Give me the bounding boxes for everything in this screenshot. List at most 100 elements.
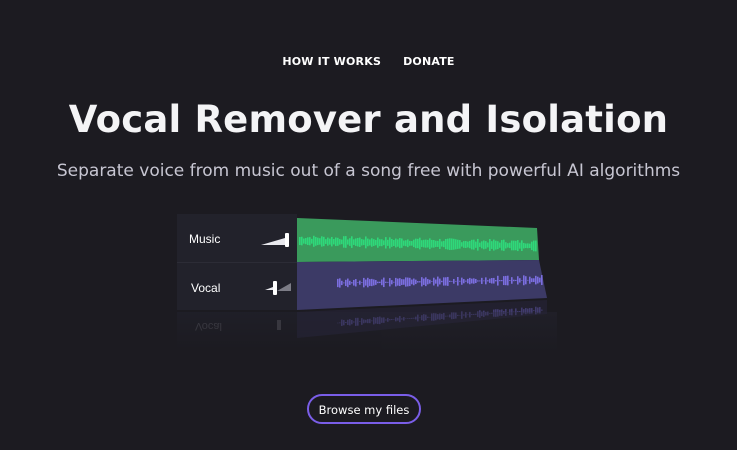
waveform-sample [453,238,455,250]
waveform-sample [363,277,365,288]
waveform-sample [447,238,449,250]
waveform-sample [419,237,421,250]
waveform-sample [419,281,421,283]
vocal-remover-page: HOW IT WORKS DONATE Vocal Remover and Is… [0,0,737,450]
waveform-sample [303,238,305,244]
waveform-sample [427,239,429,248]
waveform-sample [401,238,403,248]
waveform-sample [367,238,369,247]
waveform-sample [495,240,497,250]
waveform-sample [477,238,479,251]
waveform-sample [485,277,487,285]
waveform-sample [541,309,543,311]
waveform-sample [515,240,517,251]
waveform-sample [523,242,525,249]
waveform-sample [501,240,503,251]
waveform-sample [461,277,463,285]
waveform-sample [501,280,503,282]
waveform-sample [405,277,407,287]
waveform-sample [539,277,541,283]
track-mixer-illustration: Music Vocal Vocal [177,214,557,354]
waveform-sample [485,241,487,249]
waveform-sample [531,278,533,283]
waveform-sample [351,282,353,284]
waveform-sample [305,238,307,245]
waveform-sample [443,277,445,286]
waveform-sample [459,280,461,282]
waveform-sample [385,281,387,283]
waveform-sample [515,279,517,281]
waveform-sample [451,281,453,282]
waveform-sample [471,278,473,284]
waveform-sample [357,237,359,247]
waveform-sample [427,279,429,285]
waveform-sample [507,275,509,286]
waveform-sample [465,240,467,248]
waveform-sample [509,242,511,249]
waveform-sample [513,279,515,282]
waveform-sample [337,278,339,288]
waveform-sample [445,277,447,286]
waveform-sample [335,237,337,247]
nav-how-it-works[interactable]: HOW IT WORKS [282,55,381,68]
waveform-sample [423,239,425,248]
reflection-slider-handle [277,320,281,330]
waveform-sample [399,278,401,287]
waveform-sample [441,241,443,247]
track-panel: Music Vocal [177,214,297,310]
waveform-sample [371,238,373,247]
page-subtitle: Separate voice from music out of a song … [56,161,681,181]
waveform-sample [421,277,423,287]
waveform-sample [339,239,341,245]
waveform-sample [449,238,451,251]
waveform-sample [433,240,435,248]
track-label-vocal: Vocal [191,281,221,295]
waveform-sample [399,238,401,249]
waveform-sample [541,275,543,286]
waveform-sample [431,239,433,248]
waveform-sample [423,278,425,285]
waveform-sample [343,282,345,284]
waveform-sample [301,236,303,246]
waveform-sample [447,276,449,286]
waveform-sample [497,275,499,286]
waveform-sample [517,240,519,252]
waveform-sample [437,276,439,287]
waveform-sample [491,241,493,249]
waveform-sample [331,236,333,247]
waveform-sample [351,236,353,248]
waveform-sample [377,237,379,248]
nav-donate[interactable]: DONATE [403,55,455,68]
waveform-sample [349,280,351,285]
volume-ramp-icon [265,287,273,290]
waveform-sample [435,240,437,247]
waveform-sample [355,238,357,246]
waveform-sample [519,278,521,283]
waveform-sample [481,241,483,249]
waveform-sample [387,281,389,283]
waveform-sample [361,239,363,246]
waveform-sample [349,238,351,246]
waveform-sample [467,241,469,248]
waveform-sample [493,277,495,284]
browse-files-button[interactable]: Browse my files [307,394,421,424]
waveform-sample [345,279,347,286]
waveform-sample [511,277,513,284]
waveform-sample [479,280,481,282]
waveform-sample [507,243,509,248]
waveform-sample [365,279,367,286]
waveform-sample [357,282,359,284]
waveform-sample [459,240,461,249]
waveform-sample [487,242,489,248]
waveform-sample [383,277,385,288]
waveform-sample [411,241,413,246]
waveform-sample [499,242,501,248]
waveform-sample [525,276,527,285]
waveform-sample [345,236,347,248]
waveform-sample [377,281,379,284]
waveform-sample [431,281,433,282]
waveform-sample [425,239,427,248]
waveform-sample [463,279,465,284]
waveform-sample [465,280,467,282]
waveform-sample [389,237,391,249]
